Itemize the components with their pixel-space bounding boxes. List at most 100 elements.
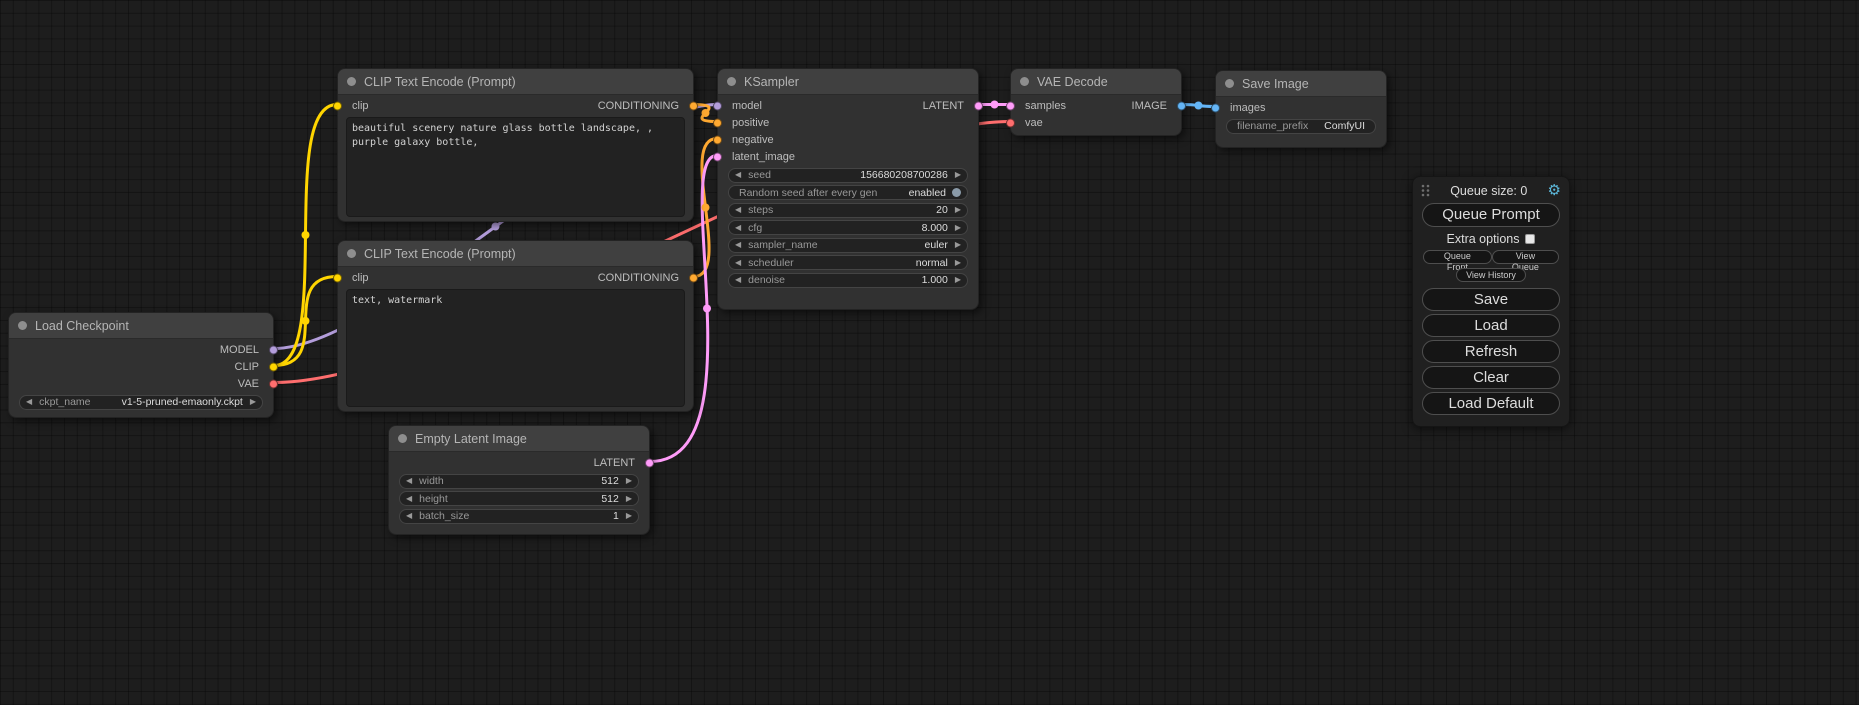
arrow-right-icon[interactable]: ▶ — [955, 171, 961, 179]
arrow-right-icon[interactable]: ▶ — [955, 224, 961, 232]
queue-front-button[interactable]: Queue Front — [1423, 250, 1492, 264]
widget-value: 512 — [601, 475, 619, 487]
conditioning-output-port[interactable] — [689, 273, 698, 282]
model-input-port[interactable] — [713, 101, 722, 110]
conditioning-output-port[interactable] — [689, 101, 698, 110]
widget-label: steps — [748, 204, 773, 216]
node-titlebar[interactable]: Save Image — [1216, 71, 1386, 97]
arrow-right-icon[interactable]: ▶ — [250, 398, 256, 406]
node-clip-text-encode-positive[interactable]: CLIP Text Encode (Prompt) clip CONDITION… — [337, 68, 694, 222]
arrow-right-icon[interactable]: ▶ — [955, 206, 961, 214]
node-save-image[interactable]: Save Image images filename_prefix ComfyU… — [1215, 70, 1387, 148]
widget-ckpt-name[interactable]: ◀ ckpt_name v1-5-pruned-emaonly.ckpt ▶ — [19, 395, 263, 410]
link-dot — [492, 223, 500, 231]
port-label: positive — [732, 117, 769, 129]
arrow-left-icon[interactable]: ◀ — [26, 398, 32, 406]
widget-steps[interactable]: ◀ steps 20 ▶ — [728, 203, 968, 218]
latent-output-port[interactable] — [974, 101, 983, 110]
widget-height[interactable]: ◀ height 512 ▶ — [399, 491, 639, 506]
arrow-right-icon[interactable]: ▶ — [626, 495, 632, 503]
collapse-dot[interactable] — [1020, 77, 1029, 86]
node-titlebar[interactable]: KSampler — [718, 69, 978, 95]
widget-scheduler[interactable]: ◀ scheduler normal ▶ — [728, 255, 968, 270]
node-titlebar[interactable]: Load Checkpoint — [9, 313, 273, 339]
clear-button[interactable]: Clear — [1422, 366, 1560, 389]
clip-input-port[interactable] — [333, 273, 342, 282]
latent-output-port[interactable] — [645, 458, 654, 467]
widget-value: euler — [924, 239, 947, 251]
clip-input-port[interactable] — [333, 101, 342, 110]
widget-label: filename_prefix — [1237, 120, 1308, 132]
collapse-dot[interactable] — [727, 77, 736, 86]
arrow-right-icon[interactable]: ▶ — [955, 241, 961, 249]
arrow-right-icon[interactable]: ▶ — [955, 276, 961, 284]
prompt-textarea[interactable]: text, watermark — [346, 289, 685, 407]
widget-random-seed-toggle[interactable]: Random seed after every gen enabled — [728, 185, 968, 200]
node-titlebar[interactable]: VAE Decode — [1011, 69, 1181, 95]
widget-denoise[interactable]: ◀ denoise 1.000 ▶ — [728, 273, 968, 288]
link-dot — [1194, 102, 1202, 110]
images-input-port[interactable] — [1211, 103, 1220, 112]
settings-gear-icon[interactable]: ⚙ — [1548, 183, 1561, 198]
prompt-textarea[interactable]: beautiful scenery nature glass bottle la… — [346, 117, 685, 217]
view-history-button[interactable]: View History — [1456, 268, 1526, 282]
node-load-checkpoint[interactable]: Load Checkpoint MODEL CLIP VAE ◀ ckpt_na… — [8, 312, 274, 418]
model-output-port[interactable] — [269, 345, 278, 354]
image-output-port[interactable] — [1177, 101, 1186, 110]
widget-label: height — [419, 493, 448, 505]
node-title: CLIP Text Encode (Prompt) — [364, 75, 516, 89]
widget-width[interactable]: ◀ width 512 ▶ — [399, 474, 639, 489]
widget-filename-prefix[interactable]: filename_prefix ComfyUI — [1226, 119, 1376, 134]
widget-sampler-name[interactable]: ◀ sampler_name euler ▶ — [728, 238, 968, 253]
arrow-left-icon[interactable]: ◀ — [735, 224, 741, 232]
node-ksampler[interactable]: KSampler model LATENT positive negative … — [717, 68, 979, 310]
widget-seed[interactable]: ◀ seed 156680208700286 ▶ — [728, 168, 968, 183]
widget-label: seed — [748, 169, 771, 181]
load-default-button[interactable]: Load Default — [1422, 392, 1560, 415]
arrow-right-icon[interactable]: ▶ — [626, 512, 632, 520]
positive-input-port[interactable] — [713, 118, 722, 127]
vae-output-port[interactable] — [269, 379, 278, 388]
toggle-knob[interactable] — [952, 188, 961, 197]
queue-prompt-button[interactable]: Queue Prompt — [1422, 203, 1560, 227]
arrow-left-icon[interactable]: ◀ — [735, 259, 741, 267]
widget-cfg[interactable]: ◀ cfg 8.000 ▶ — [728, 220, 968, 235]
collapse-dot[interactable] — [347, 77, 356, 86]
node-vae-decode[interactable]: VAE Decode samples IMAGE vae — [1010, 68, 1182, 136]
collapse-dot[interactable] — [398, 434, 407, 443]
clip-output-port[interactable] — [269, 362, 278, 371]
samples-input-port[interactable] — [1006, 101, 1015, 110]
collapse-dot[interactable] — [18, 321, 27, 330]
arrow-left-icon[interactable]: ◀ — [735, 276, 741, 284]
negative-input-port[interactable] — [713, 135, 722, 144]
latent-image-input-port[interactable] — [713, 152, 722, 161]
node-graph-canvas[interactable]: Load Checkpoint MODEL CLIP VAE ◀ ckpt_na… — [0, 0, 1859, 705]
arrow-right-icon[interactable]: ▶ — [626, 477, 632, 485]
view-queue-button[interactable]: View Queue — [1492, 250, 1559, 264]
extra-options-checkbox[interactable] — [1525, 234, 1535, 244]
arrow-left-icon[interactable]: ◀ — [735, 171, 741, 179]
arrow-left-icon[interactable]: ◀ — [735, 241, 741, 249]
node-titlebar[interactable]: CLIP Text Encode (Prompt) — [338, 241, 693, 267]
node-titlebar[interactable]: CLIP Text Encode (Prompt) — [338, 69, 693, 95]
refresh-button[interactable]: Refresh — [1422, 340, 1560, 363]
save-button[interactable]: Save — [1422, 288, 1560, 311]
arrow-left-icon[interactable]: ◀ — [406, 477, 412, 485]
vae-input-port[interactable] — [1006, 118, 1015, 127]
port-label: negative — [732, 134, 774, 146]
drag-handle-icon[interactable] — [1421, 184, 1430, 197]
widget-batch-size[interactable]: ◀ batch_size 1 ▶ — [399, 509, 639, 524]
node-title: Save Image — [1242, 77, 1309, 91]
link-dot — [991, 101, 999, 109]
collapse-dot[interactable] — [347, 249, 356, 258]
port-label: samples — [1025, 100, 1066, 112]
arrow-left-icon[interactable]: ◀ — [735, 206, 741, 214]
node-clip-text-encode-negative[interactable]: CLIP Text Encode (Prompt) clip CONDITION… — [337, 240, 694, 412]
arrow-right-icon[interactable]: ▶ — [955, 259, 961, 267]
arrow-left-icon[interactable]: ◀ — [406, 512, 412, 520]
node-empty-latent-image[interactable]: Empty Latent Image LATENT ◀ width 512 ▶ … — [388, 425, 650, 535]
node-titlebar[interactable]: Empty Latent Image — [389, 426, 649, 452]
arrow-left-icon[interactable]: ◀ — [406, 495, 412, 503]
collapse-dot[interactable] — [1225, 79, 1234, 88]
load-button[interactable]: Load — [1422, 314, 1560, 337]
